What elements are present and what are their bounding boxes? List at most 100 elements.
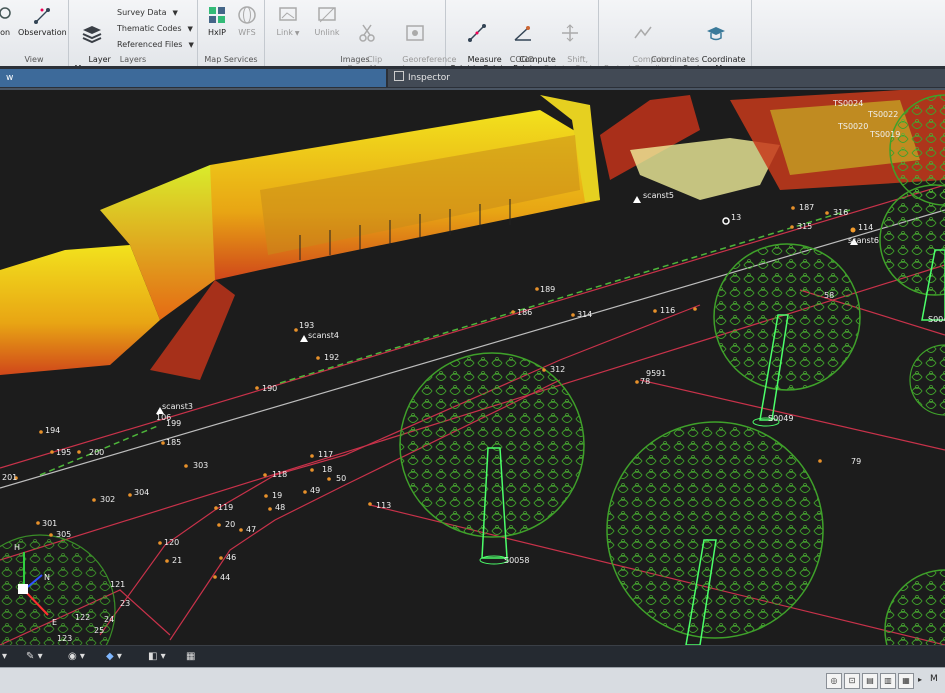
point-label: 113 [376, 501, 391, 510]
thematic-codes-dropdown[interactable]: Thematic Codes ▼ [117, 24, 193, 33]
point-label: scanst5 [643, 191, 674, 200]
point-label: 46 [226, 553, 236, 562]
select-tool-button[interactable]: ▾ [2, 649, 7, 665]
table-icon[interactable]: ▤ [862, 673, 878, 689]
status-text: M [930, 674, 938, 684]
observation-button[interactable]: Observation [18, 4, 67, 37]
wfs-button[interactable]: WFS [234, 4, 260, 37]
point-label: scanst6 [848, 236, 879, 245]
3d-viewport[interactable]: 187 316 315 114 scanst6 scanst5 189 186 … [0, 90, 945, 645]
point-label: 19 [272, 491, 282, 500]
point-label: 185 [166, 438, 181, 447]
survey-data-dropdown[interactable]: Survey Data ▼ [117, 8, 178, 17]
point-label: 117 [318, 450, 333, 459]
point-label: TS0024 [832, 99, 863, 108]
view-toolbar: ▾ ✎ ▾ ◉ ▾ ◆ ▾ ◧ ▾ ▦ [0, 645, 945, 668]
point-label: 49 [310, 486, 320, 495]
group-images: Link ▼ Unlink Clip Base Map Georeference… [265, 0, 456, 73]
hxip-button[interactable]: HxIP [202, 4, 232, 37]
point-label: scanst3 [162, 402, 193, 411]
document-tabbar: w Inspector [0, 66, 945, 90]
more-icon[interactable]: ▸ [916, 673, 924, 687]
point-label: 119 [218, 503, 233, 512]
view-mode-button[interactable]: ◉ ▾ [68, 649, 85, 665]
tab-inspector[interactable]: Inspector [388, 69, 945, 87]
point-label: 24 [104, 615, 114, 624]
referenced-files-dropdown[interactable]: Referenced Files ▼ [117, 40, 194, 49]
point-label: 304 [134, 488, 149, 497]
point-label: 302 [100, 495, 115, 504]
ortho-icon[interactable]: ⊡ [844, 673, 860, 689]
point-label: 192 [324, 353, 339, 362]
pencil-icon: ✎ [26, 651, 35, 662]
clip-icon: ◧ [148, 651, 158, 662]
observation-icon [34, 8, 50, 24]
grid-button[interactable]: ▦ [186, 649, 195, 665]
point-label: 50 [336, 474, 346, 483]
inspector-icon [394, 71, 404, 81]
point-label: 123 [57, 634, 72, 643]
georeference-icon [406, 25, 424, 41]
point-label: 47 [246, 525, 256, 534]
coordinates-icon [634, 26, 652, 39]
point-label: TS0019 [869, 130, 900, 139]
shift-icon [562, 24, 578, 42]
point-label: 186 [517, 308, 532, 317]
point-label: 79 [851, 457, 861, 466]
point-label: S0049 [768, 414, 793, 423]
unlink-button[interactable]: Unlink [309, 4, 345, 37]
point-label: 199 [166, 419, 181, 428]
point-label: 25 [94, 626, 104, 635]
point-label: TS0022 [867, 110, 898, 119]
group-coordinates: Compute Project Coordinates Coordinate S… [599, 0, 752, 73]
measure-icon [468, 24, 486, 42]
group-view: ion Observation View [0, 0, 69, 66]
point-label: 195 [56, 448, 71, 457]
point-label: 301 [42, 519, 57, 528]
cube-icon [18, 584, 28, 594]
compute-point-icon [514, 26, 531, 41]
axis-label-n: N [44, 573, 50, 582]
point-label: 23 [120, 599, 130, 608]
point-label: 44 [220, 573, 230, 582]
hxip-icon [209, 7, 225, 23]
point-label: 312 [550, 365, 565, 374]
group-cogo: Measure Point to Point Compute Point Shi… [446, 0, 599, 73]
grid-icon[interactable]: ▦ [898, 673, 914, 689]
clip-mode-button[interactable]: ◧ ▾ [148, 649, 166, 665]
axis-label-h: H [14, 543, 20, 552]
status-bar: ◎ ⊡ ▤ ▥ ▦ ▸ M [0, 667, 945, 693]
image-unlink-icon [318, 7, 336, 23]
point-label: 118 [272, 470, 287, 479]
group-map-services: HxIP WFS Map Services [198, 0, 265, 66]
point-label: 190 [262, 384, 277, 393]
eye-icon: ◉ [68, 651, 77, 662]
ribbon: ion Observation View Layer Manager Surve… [0, 0, 945, 73]
point-label: 316 [833, 208, 848, 217]
render-mode-button[interactable]: ◆ ▾ [106, 649, 122, 665]
graduation-cap-icon [707, 27, 725, 41]
point-label: 305 [56, 530, 71, 539]
point-label: 303 [193, 461, 208, 470]
point-label: 189 [540, 285, 555, 294]
point-label: 120 [164, 538, 179, 547]
point-label: 116 [660, 306, 675, 315]
layout-icon[interactable]: ▥ [880, 673, 896, 689]
point-label: 122 [75, 613, 90, 622]
point-label: 114 [858, 223, 873, 232]
draw-tool-button[interactable]: ✎ ▾ [26, 649, 43, 665]
layers-icon [82, 26, 102, 44]
link-button[interactable]: Link ▼ [271, 4, 305, 38]
snap-icon[interactable]: ◎ [826, 673, 842, 689]
point-label: 13 [731, 213, 741, 222]
point-cloud-scene: 187 316 315 114 scanst6 scanst5 189 186 … [0, 90, 945, 645]
point-label: 200 [89, 448, 104, 457]
point-label: 187 [799, 203, 814, 212]
point-label: 193 [299, 321, 314, 330]
point-label: 315 [797, 222, 812, 231]
point-label: 21 [172, 556, 182, 565]
view-button-partial[interactable]: ion [0, 4, 14, 37]
cube-icon: ◆ [106, 651, 114, 662]
grid-icon: ▦ [186, 651, 196, 662]
tab-view[interactable]: w [0, 69, 386, 87]
